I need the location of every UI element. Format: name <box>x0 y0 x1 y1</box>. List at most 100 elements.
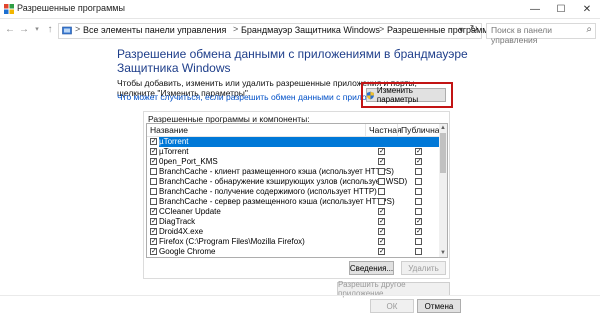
app-enabled-checkbox[interactable]: ✓ <box>150 248 157 255</box>
change-settings-label: Изменить параметры <box>376 86 419 104</box>
public-checkbox[interactable] <box>415 208 422 215</box>
app-enabled-checkbox[interactable] <box>150 178 157 185</box>
private-checkbox[interactable] <box>378 198 385 205</box>
breadcrumb-separator: > <box>379 24 385 34</box>
firewall-app-icon <box>4 4 14 14</box>
private-checkbox[interactable]: ✓ <box>378 158 385 165</box>
table-row[interactable]: BranchCache - обнаружение кэширующих узл… <box>147 177 439 187</box>
breadcrumb-allowed-apps[interactable]: Разрешенные программы <box>387 25 495 35</box>
table-row[interactable]: ✓ Droid4X.exe ✓ ✓ <box>147 227 439 237</box>
ok-button[interactable]: ОК <box>370 299 414 313</box>
private-checkbox[interactable]: ✓ <box>378 228 385 235</box>
breadcrumb-separator: > <box>75 24 81 34</box>
app-name: µTorrent <box>159 137 439 147</box>
minimize-button[interactable]: — <box>522 0 548 18</box>
app-name: Droid4X.exe <box>159 227 204 236</box>
public-checkbox[interactable]: ✓ <box>415 228 422 235</box>
search-box[interactable]: Поиск в панели управления ⌕ <box>486 23 596 45</box>
app-name: BranchCache - обнаружение кэширующих узл… <box>159 177 408 186</box>
maximize-button[interactable]: ☐ <box>548 0 574 18</box>
title-bar: Разрешенные программы — ☐ ✕ <box>0 0 600 19</box>
app-enabled-checkbox[interactable]: ✓ <box>150 218 157 225</box>
app-enabled-checkbox[interactable]: ✓ <box>150 228 157 235</box>
details-button[interactable]: Сведения... <box>349 261 394 275</box>
private-checkbox[interactable] <box>378 178 385 185</box>
table-row[interactable]: ✓ Firefox (C:\Program Files\Mozilla Firef… <box>147 237 439 247</box>
public-checkbox[interactable] <box>415 188 422 195</box>
private-checkbox[interactable] <box>378 168 385 175</box>
public-checkbox[interactable] <box>415 198 422 205</box>
cancel-button[interactable]: Отмена <box>417 299 461 313</box>
table-row[interactable]: BranchCache - клиент размещенного кэша (… <box>147 167 439 177</box>
change-settings-button[interactable]: Изменить параметры <box>366 86 446 104</box>
allow-other-app-button[interactable]: Разрешить другое приложение... <box>337 280 450 298</box>
back-arrow-icon[interactable]: ← <box>4 23 16 37</box>
app-enabled-checkbox[interactable] <box>150 168 157 175</box>
table-row[interactable]: ✓ µTorrent ✓ ✓ <box>147 147 439 157</box>
public-checkbox[interactable]: ✓ <box>415 218 422 225</box>
risk-help-link[interactable]: Что может случиться, если разрешить обме… <box>117 92 402 102</box>
table-row[interactable]: ✓ 0pen_Port_KMS ✓ ✓ <box>147 157 439 167</box>
list-scrollbar[interactable]: ▲ ▼ <box>439 124 447 257</box>
app-name: µTorrent <box>159 147 189 156</box>
close-button[interactable]: ✕ <box>574 0 600 18</box>
private-checkbox[interactable]: ✓ <box>378 238 385 245</box>
app-name: Google Chrome <box>159 247 216 256</box>
recent-dropdown-icon[interactable]: ▾ <box>31 23 43 37</box>
public-checkbox[interactable] <box>415 238 422 245</box>
table-row[interactable]: ✓ DiagTrack ✓ ✓ <box>147 217 439 227</box>
column-public[interactable]: Публичная <box>401 125 444 135</box>
table-row[interactable]: BranchCache - сервер размещенного кэша (… <box>147 197 439 207</box>
private-checkbox[interactable]: ✓ <box>378 218 385 225</box>
column-name[interactable]: Название <box>150 125 188 135</box>
app-name: CCleaner Update <box>159 207 221 216</box>
app-name: Firefox (C:\Program Files\Mozilla Firefo… <box>159 237 305 246</box>
scroll-up-icon[interactable]: ▲ <box>439 124 447 132</box>
app-enabled-checkbox[interactable]: ✓ <box>150 158 157 165</box>
public-checkbox[interactable]: ✓ <box>415 148 422 155</box>
breadcrumb-control-panel[interactable]: Все элементы панели управления <box>83 25 226 35</box>
address-dropdown-icon[interactable]: ▾ <box>459 25 463 34</box>
scroll-thumb[interactable] <box>440 133 446 173</box>
table-row[interactable]: ✓ µTorrent <box>147 137 439 147</box>
search-input[interactable]: Поиск в панели управления <box>491 25 595 45</box>
table-row[interactable]: ✓ CCleaner Update ✓ <box>147 207 439 217</box>
uac-shield-icon <box>367 91 374 99</box>
app-enabled-checkbox[interactable]: ✓ <box>150 138 157 145</box>
apps-rows: ✓ µTorrent ✓ µTorrent ✓ ✓ ✓ 0pen_Port_KMS ✓ ✓ Bran… <box>147 137 439 257</box>
private-checkbox[interactable]: ✓ <box>378 208 385 215</box>
app-name: DiagTrack <box>159 217 196 226</box>
window-title: Разрешенные программы <box>17 3 125 13</box>
footer-divider <box>0 295 600 296</box>
up-arrow-icon[interactable]: ↑ <box>44 23 56 37</box>
app-name: 0pen_Port_KMS <box>159 157 218 166</box>
public-checkbox[interactable] <box>415 168 422 175</box>
app-enabled-checkbox[interactable]: ✓ <box>150 238 157 245</box>
private-checkbox[interactable] <box>378 188 385 195</box>
search-icon: ⌕ <box>586 24 592 35</box>
address-bar[interactable]: > Все элементы панели управления > Бранд… <box>58 23 495 39</box>
scroll-down-icon[interactable]: ▼ <box>439 249 447 257</box>
public-checkbox[interactable] <box>415 248 422 255</box>
public-checkbox[interactable]: ✓ <box>415 158 422 165</box>
list-header: Название Частная Публичная <box>147 124 444 137</box>
refresh-icon[interactable]: ↻ <box>470 24 478 35</box>
private-checkbox[interactable]: ✓ <box>378 248 385 255</box>
public-checkbox[interactable] <box>415 178 422 185</box>
apps-list[interactable]: Название Частная Публичная ✓ µTorrent ✓ µTo… <box>146 123 448 258</box>
app-enabled-checkbox[interactable]: ✓ <box>150 208 157 215</box>
delete-button[interactable]: Удалить <box>401 261 446 275</box>
table-row[interactable]: ✓ Google Chrome ✓ <box>147 247 439 257</box>
table-row[interactable]: BranchCache - получение содержимого (исп… <box>147 187 439 197</box>
control-panel-icon <box>62 26 72 35</box>
navigation-bar: ← → ▾ ↑ > Все элементы панели управления… <box>0 19 600 45</box>
forward-arrow-icon[interactable]: → <box>18 23 30 37</box>
app-enabled-checkbox[interactable]: ✓ <box>150 148 157 155</box>
breadcrumb-firewall[interactable]: Брандмауэр Защитника Windows <box>241 25 380 35</box>
app-name: BranchCache - получение содержимого (исп… <box>159 187 377 196</box>
app-enabled-checkbox[interactable] <box>150 198 157 205</box>
breadcrumb-separator: > <box>233 24 239 34</box>
private-checkbox[interactable]: ✓ <box>378 148 385 155</box>
app-enabled-checkbox[interactable] <box>150 188 157 195</box>
app-name: BranchCache - сервер размещенного кэша (… <box>159 197 395 206</box>
